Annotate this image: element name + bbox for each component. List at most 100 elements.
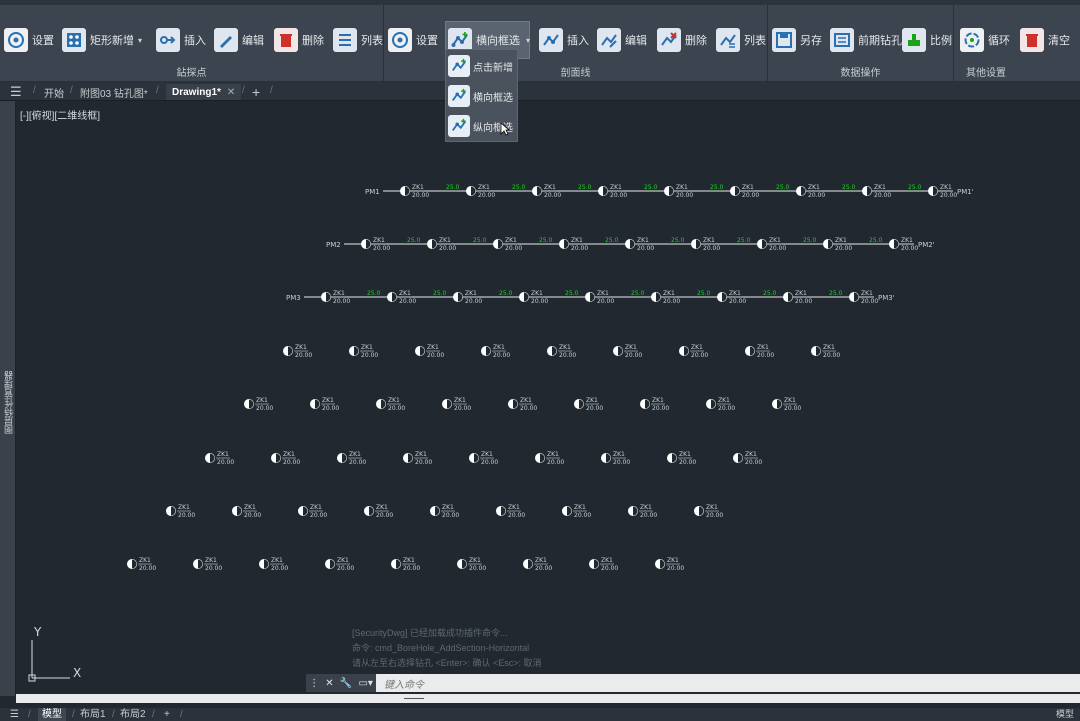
drill-id-label: ZK1	[217, 451, 229, 458]
settings-button-1[interactable]: 设置	[4, 21, 54, 59]
drill-elev-label: 20.00	[547, 459, 564, 466]
insert-icon	[156, 28, 180, 52]
tab-separator: /	[156, 85, 159, 96]
drill-id-label: ZK1	[256, 397, 268, 404]
layer-manager-panel[interactable]: 图层特性管理器	[0, 101, 16, 696]
section-distance-label: 25.0	[407, 237, 421, 244]
document-tab-bar: ☰ / 开始 / 附图03 钻孔图* / Drawing1* ✕ / + /	[0, 82, 1080, 101]
tab-start[interactable]: 开始	[44, 84, 64, 100]
tab-layout1[interactable]: 布局1	[80, 708, 106, 721]
scale-icon	[902, 28, 926, 52]
drill-id-label: ZK1	[205, 557, 217, 564]
drill-id-label: ZK1	[403, 557, 415, 564]
tab-model[interactable]: 模型	[38, 708, 66, 721]
drill-elev-label: 20.00	[139, 565, 156, 572]
command-history-line: 请从左至右选择钻孔 <Enter>: 确认 <Esc>: 取消	[352, 658, 542, 668]
drill-id-label: ZK1	[481, 451, 493, 458]
dropdown-item-horizontal-select[interactable]: 横向框选	[448, 82, 516, 110]
section-distance-label: 25.0	[446, 184, 460, 191]
insert-button-1[interactable]: 插入	[156, 21, 206, 59]
command-prompt-icon[interactable]: ▭▾	[358, 678, 372, 689]
view-label[interactable]: [-][俯视][二维线框]	[20, 107, 100, 122]
drill-elev-label: 20.00	[574, 512, 591, 519]
drill-id-label: ZK1	[703, 237, 715, 244]
section-end-label: PM1'	[957, 188, 974, 196]
close-icon[interactable]: ✕	[325, 678, 333, 689]
drill-id-label: ZK1	[178, 504, 190, 511]
drawing-canvas[interactable]: PM1 PM1' 25.0 25.0 25.0 25.0 25.0 25.0 25.0 25.0 Z…	[16, 101, 1080, 694]
drawing-svg: PM1 PM1' 25.0 25.0 25.0 25.0 25.0 25.0 25.0 25.0 Z…	[28, 184, 974, 682]
dropdown-item-click-add[interactable]: 点击新增	[448, 52, 516, 80]
edit-button-2[interactable]: 编辑	[597, 21, 647, 59]
early-drill-button[interactable]: 前期钻孔	[830, 21, 902, 59]
early-drill-label: 前期钻孔	[858, 35, 902, 47]
scroll-thumb[interactable]	[404, 698, 424, 699]
clear-button[interactable]: 清空	[1020, 21, 1070, 59]
drill-elev-label: 20.00	[601, 565, 618, 572]
drill-id-label: ZK1	[940, 184, 952, 191]
section-distance-label: 25.0	[776, 184, 790, 191]
drill-id-label: ZK1	[757, 344, 769, 351]
drill-elev-label: 20.00	[559, 352, 576, 359]
chevron-down-icon[interactable]: ▾	[526, 36, 530, 45]
drill-elev-label: 20.00	[481, 459, 498, 466]
delete-button-2[interactable]: 删除	[657, 21, 707, 59]
drill-elev-label: 20.00	[310, 512, 327, 519]
tab-drawing1[interactable]: Drawing1* ✕	[166, 84, 242, 100]
tab-separator: /	[112, 709, 115, 720]
drill-id-label: ZK1	[388, 397, 400, 404]
command-history-line: 命令: cmd_BoreHole_AddSection-Horizontal	[352, 643, 530, 653]
ucs-y-label: Y	[33, 625, 42, 639]
section-distance-label: 25.0	[499, 290, 513, 297]
drill-id-label: ZK1	[663, 290, 675, 297]
list-label-1: 列表	[361, 35, 383, 47]
drill-elev-label: 20.00	[531, 298, 548, 305]
tab-layout2[interactable]: 布局2	[120, 708, 146, 721]
chevron-down-icon[interactable]: ▾	[138, 36, 142, 45]
command-history-line: [SecurityDwg] 已经加载成功插件命令...	[352, 628, 508, 638]
drill-elev-label: 20.00	[333, 298, 350, 305]
hamburger-menu-icon[interactable]: ☰	[10, 84, 22, 100]
horizontal-scrollbar[interactable]	[16, 694, 1080, 703]
rect-add-button[interactable]: 矩形新增 ▾	[62, 21, 142, 59]
delete-button-1[interactable]: 删除	[274, 21, 324, 59]
drill-id-label: ZK1	[625, 344, 637, 351]
command-input[interactable]: 键入命令	[384, 676, 424, 691]
wrench-icon[interactable]: 🔧	[340, 678, 352, 689]
grip-icon[interactable]: ⋮	[309, 678, 319, 689]
dropdown-item-label: 横向框选	[473, 92, 513, 104]
list-button-2[interactable]: 列表	[716, 21, 766, 59]
tab-separator: /	[28, 709, 31, 720]
drill-elev-label: 20.00	[454, 405, 471, 412]
drill-id-label: ZK1	[399, 290, 411, 297]
insert-button-2[interactable]: 插入	[539, 21, 589, 59]
command-bar-icons: ⋮ ✕ 🔧 ▭▾	[306, 674, 376, 692]
drill-elev-label: 20.00	[571, 245, 588, 252]
drill-id-label: ZK1	[415, 451, 427, 458]
section-distance-label: 25.0	[367, 290, 381, 297]
drill-elev-label: 20.00	[403, 565, 420, 572]
drill-id-label: ZK1	[808, 184, 820, 191]
add-tab-button[interactable]: +	[252, 84, 260, 100]
settings-button-2[interactable]: 设置	[388, 21, 438, 59]
group-label-drill-points: 鉆探点	[176, 68, 207, 79]
add-layout-button[interactable]: +	[164, 708, 170, 721]
hamburger-menu-icon[interactable]: ☰	[10, 708, 19, 721]
close-icon[interactable]: ✕	[227, 87, 235, 98]
tab-file[interactable]: 附图03 钻孔图*	[80, 84, 148, 100]
edit-button-1[interactable]: 编辑	[214, 21, 264, 59]
drill-elev-label: 20.00	[376, 512, 393, 519]
drill-elev-label: 20.00	[586, 405, 603, 412]
list-button-1[interactable]: 列表	[333, 21, 383, 59]
drill-elev-label: 20.00	[901, 245, 918, 252]
scale-button[interactable]: 比例	[902, 21, 952, 59]
drill-elev-label: 20.00	[784, 405, 801, 412]
status-model-indicator[interactable]: 模型	[1056, 708, 1074, 721]
drill-id-label: ZK1	[412, 184, 424, 191]
cycle-button[interactable]: 循环	[960, 21, 1010, 59]
save-as-button[interactable]: 另存	[772, 21, 822, 59]
settings-label-2: 设置	[416, 35, 438, 47]
layer-manager-label: 图层特性管理器	[4, 371, 14, 434]
dropdown-item-vertical-select[interactable]: 纵向框选	[448, 112, 516, 140]
drill-id-label: ZK1	[679, 451, 691, 458]
